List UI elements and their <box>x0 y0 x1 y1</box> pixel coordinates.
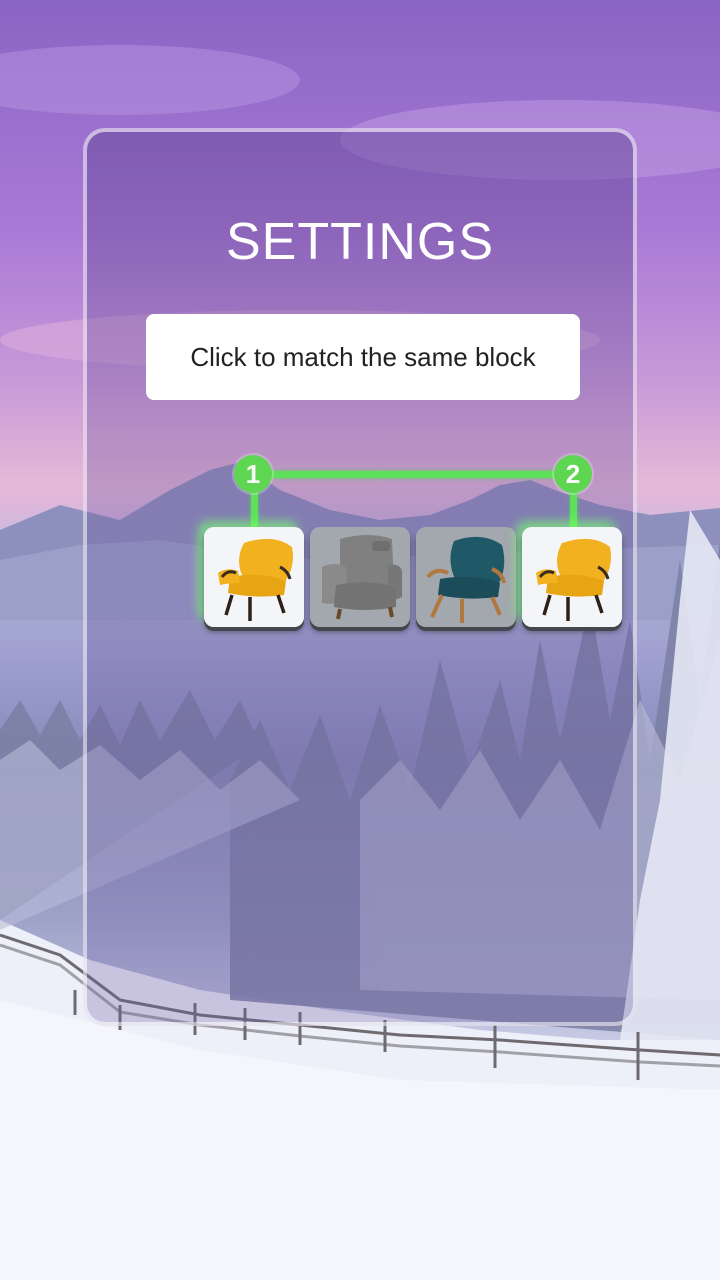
yellow-armchair-icon <box>522 527 622 627</box>
tile-yellow-armchair-1[interactable] <box>204 527 304 627</box>
game-screen: SETTINGS Click to match the same block 1… <box>0 0 720 1280</box>
page-title: SETTINGS <box>225 213 495 271</box>
marker-label: 1 <box>245 458 261 489</box>
tile-teal-armchair[interactable] <box>416 527 516 627</box>
path-marker-1: 1 <box>234 455 272 493</box>
yellow-armchair-icon <box>204 527 304 627</box>
tile-gray-armchair[interactable] <box>310 527 410 627</box>
marker-label: 2 <box>565 458 581 489</box>
gray-armchair-icon <box>310 527 410 627</box>
tile-yellow-armchair-2[interactable] <box>522 527 622 627</box>
path-marker-2: 2 <box>554 455 592 493</box>
teal-armchair-icon <box>416 527 516 627</box>
instruction-text: Click to match the same block <box>190 341 536 372</box>
instruction-box: Click to match the same block <box>146 314 580 400</box>
match-path-horizontal <box>254 471 574 478</box>
